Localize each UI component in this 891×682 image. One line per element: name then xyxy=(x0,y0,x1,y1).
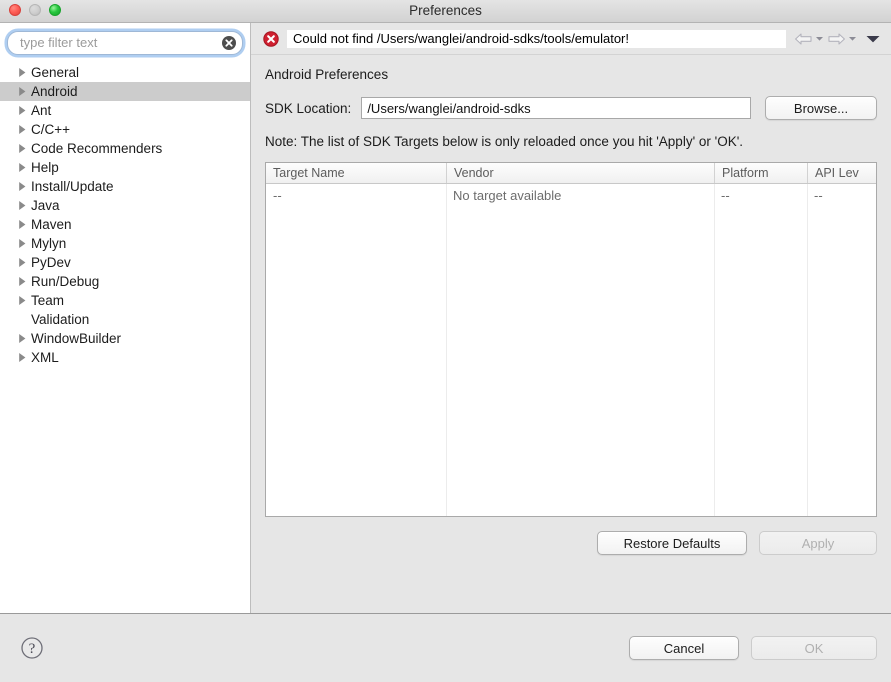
sidebar-item-android[interactable]: Android xyxy=(0,82,250,101)
sidebar-item-label: Help xyxy=(31,160,59,175)
search-input[interactable] xyxy=(8,33,242,53)
table-column-separators xyxy=(266,184,876,516)
sidebar-item-c-c[interactable]: C/C++ xyxy=(0,120,250,139)
filter-container xyxy=(0,23,250,61)
preferences-content: Could not find /Users/wanglei/android-sd… xyxy=(251,23,891,613)
sidebar-item-windowbuilder[interactable]: WindowBuilder xyxy=(0,329,250,348)
sidebar-item-general[interactable]: General xyxy=(0,63,250,82)
sidebar-item-java[interactable]: Java xyxy=(0,196,250,215)
back-arrow-icon xyxy=(794,32,813,46)
sidebar-item-label: C/C++ xyxy=(31,122,71,137)
sidebar-item-install-update[interactable]: Install/Update xyxy=(0,177,250,196)
expand-triangle-icon[interactable] xyxy=(18,86,31,97)
sidebar-item-mylyn[interactable]: Mylyn xyxy=(0,234,250,253)
expand-triangle-icon[interactable] xyxy=(18,333,31,344)
expand-triangle-icon[interactable] xyxy=(18,219,31,230)
error-message: Could not find /Users/wanglei/android-sd… xyxy=(287,29,786,48)
sidebar-item-validation[interactable]: Validation xyxy=(0,310,250,329)
expand-triangle-icon[interactable] xyxy=(18,124,31,135)
apply-button[interactable]: Apply xyxy=(759,531,877,555)
sidebar-item-run-debug[interactable]: Run/Debug xyxy=(0,272,250,291)
help-question-icon[interactable]: ? xyxy=(20,636,44,660)
clear-filter-icon[interactable] xyxy=(222,36,236,50)
sidebar-item-label: Maven xyxy=(31,217,72,232)
table-column-header[interactable]: API Lev xyxy=(807,163,876,183)
browse-button[interactable]: Browse... xyxy=(765,96,877,120)
sidebar-item-maven[interactable]: Maven xyxy=(0,215,250,234)
expand-triangle-icon[interactable] xyxy=(18,238,31,249)
sdk-location-input[interactable] xyxy=(361,97,751,119)
sidebar-item-label: PyDev xyxy=(31,255,71,270)
sidebar-item-help[interactable]: Help xyxy=(0,158,250,177)
sidebar-item-label: Android xyxy=(31,84,78,99)
sdk-location-label: SDK Location: xyxy=(265,100,352,116)
status-bar: Could not find /Users/wanglei/android-sd… xyxy=(251,23,891,55)
sidebar-item-code-recommenders[interactable]: Code Recommenders xyxy=(0,139,250,158)
status-nav-group xyxy=(794,32,881,46)
expand-triangle-icon[interactable] xyxy=(18,352,31,363)
android-preferences-pane: Android Preferences SDK Location: Browse… xyxy=(251,55,891,613)
svg-text:?: ? xyxy=(29,641,36,657)
sidebar-item-label: General xyxy=(31,65,80,80)
sidebar-item-team[interactable]: Team xyxy=(0,291,250,310)
table-column-header[interactable]: Target Name xyxy=(266,163,446,183)
restore-defaults-button[interactable]: Restore Defaults xyxy=(597,531,747,555)
expand-triangle-icon[interactable] xyxy=(18,200,31,211)
cancel-button[interactable]: Cancel xyxy=(629,636,739,660)
table-cell: -- xyxy=(814,187,823,203)
sidebar-item-ant[interactable]: Ant xyxy=(0,101,250,120)
sidebar-item-label: Run/Debug xyxy=(31,274,100,289)
pane-button-row: Restore Defaults Apply xyxy=(265,517,877,569)
sidebar-item-xml[interactable]: XML xyxy=(0,348,250,367)
preferences-sidebar: General Android Ant C/C++ Code Recommenders H… xyxy=(0,23,251,613)
back-dropdown-chevron-down-icon[interactable] xyxy=(815,35,824,42)
table-column-header[interactable]: Platform xyxy=(714,163,807,183)
sidebar-item-label: Mylyn xyxy=(31,236,67,251)
sidebar-item-label: Team xyxy=(31,293,65,308)
expand-triangle-icon[interactable] xyxy=(18,295,31,306)
expand-triangle-icon[interactable] xyxy=(18,143,31,154)
preferences-window: Preferences General Android Ant C/C++ Code R… xyxy=(0,0,891,682)
forward-button[interactable] xyxy=(827,32,857,46)
sidebar-item-label: Code Recommenders xyxy=(31,141,163,156)
ok-button[interactable]: OK xyxy=(751,636,877,660)
expand-triangle-icon[interactable] xyxy=(18,67,31,78)
sidebar-item-label: XML xyxy=(31,350,59,365)
sdk-location-row: SDK Location: Browse... xyxy=(265,96,877,120)
expand-triangle-icon[interactable] xyxy=(18,105,31,116)
expand-triangle-icon[interactable] xyxy=(18,181,31,192)
back-button[interactable] xyxy=(794,32,824,46)
sidebar-item-label: WindowBuilder xyxy=(31,331,122,346)
sdk-targets-note: Note: The list of SDK Targets below is o… xyxy=(265,134,744,149)
error-circle-icon xyxy=(263,30,279,47)
page-title: Android Preferences xyxy=(265,67,389,82)
expand-triangle-icon[interactable] xyxy=(18,257,31,268)
sidebar-item-pydev[interactable]: PyDev xyxy=(0,253,250,272)
preferences-tree[interactable]: General Android Ant C/C++ Code Recommenders H… xyxy=(0,61,250,613)
sidebar-item-label: Install/Update xyxy=(31,179,114,194)
table-cell: -- xyxy=(273,187,282,203)
table-cell: No target available xyxy=(453,187,562,203)
table-row[interactable]: -- No target available -- -- xyxy=(266,184,876,206)
dropdown-triangle-icon[interactable] xyxy=(865,34,881,44)
sidebar-item-label: Java xyxy=(31,198,60,213)
table-column-header[interactable]: Vendor xyxy=(446,163,714,183)
table-header-row[interactable]: Target Name Vendor Platform API Lev xyxy=(266,163,876,184)
filter-field[interactable] xyxy=(7,31,243,55)
forward-arrow-icon xyxy=(827,32,846,46)
expand-triangle-icon[interactable] xyxy=(18,276,31,287)
window-body: General Android Ant C/C++ Code Recommenders H… xyxy=(0,23,891,614)
sidebar-item-label: Ant xyxy=(31,103,52,118)
forward-dropdown-chevron-down-icon[interactable] xyxy=(848,35,857,42)
sidebar-item-label: Validation xyxy=(31,312,90,327)
dialog-footer: ? Cancel OK xyxy=(0,614,891,682)
window-title: Preferences xyxy=(409,3,482,18)
expand-triangle-icon[interactable] xyxy=(18,162,31,173)
sdk-targets-table[interactable]: Target Name Vendor Platform API Lev -- No ta… xyxy=(265,162,877,517)
table-body[interactable]: -- No target available -- -- xyxy=(266,184,876,516)
title-bar: Preferences xyxy=(0,0,891,23)
table-cell: -- xyxy=(721,187,730,203)
